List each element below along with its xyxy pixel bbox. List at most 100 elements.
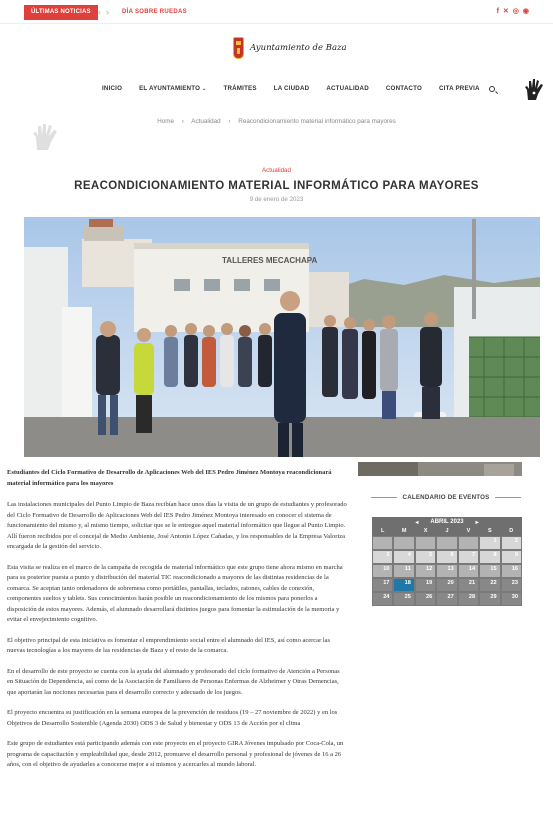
nav-item-el-ayuntamiento[interactable]: EL AYUNTAMIENTO ⌄ xyxy=(139,85,206,92)
calendar-empty-cell xyxy=(414,536,437,550)
facebook-icon[interactable]: f xyxy=(497,8,499,16)
social-links: f ✕ ◎ ◉ xyxy=(497,8,529,16)
calendar-heading: CALENDARIO DE EVENTOS xyxy=(371,494,522,501)
ticker-controls: ‹ › xyxy=(98,6,114,18)
breadcrumb-current: Reacondicionamiento material informático… xyxy=(238,118,396,125)
calendar-day[interactable]: 15 xyxy=(479,564,501,578)
calendar-month-label: ABRIL 2023 xyxy=(430,519,464,525)
breadcrumb-home[interactable]: Home xyxy=(157,118,174,125)
calendar-day[interactable]: 20 xyxy=(436,578,458,592)
calendar-title: CALENDARIO DE EVENTOS xyxy=(402,494,490,501)
calendar-day[interactable]: 9 xyxy=(500,550,522,564)
calendar-weekday: D xyxy=(509,528,514,534)
ticker-headline-link[interactable]: DÍA SOBRE RUEDAS xyxy=(122,9,187,15)
article-paragraph: Las instalaciones municipales del Punto … xyxy=(7,501,347,550)
watermark-icon xyxy=(33,124,57,150)
calendar-day[interactable]: 25 xyxy=(393,592,415,606)
calendar-day[interactable]: 30 xyxy=(500,592,522,606)
article-paragraph: Este grupo de estudiantes está participa… xyxy=(7,740,344,768)
calendar-weekday: S xyxy=(488,528,492,534)
calendar-day[interactable]: 7 xyxy=(457,550,480,564)
logo-text: Ayuntamiento de Baza xyxy=(250,43,347,53)
article-body: Estudiantes del Ciclo Formativo de Desar… xyxy=(7,468,347,781)
nav-item-inicio[interactable]: INICIO xyxy=(102,85,122,92)
calendar-day[interactable]: 21 xyxy=(457,578,480,592)
calendar-days: 1 2 3 4 5 6 7 8 9 10 11 12 13 14 15 16 17 18 19 20 21 22 23 24 2… xyxy=(372,536,522,606)
sidebar-image[interactable] xyxy=(358,462,522,476)
calendar-day[interactable]: 12 xyxy=(414,564,437,578)
calendar-day[interactable]: 6 xyxy=(436,550,458,564)
article-lead: Estudiantes del Ciclo Formativo de Desar… xyxy=(7,469,332,487)
ticker-prev-button[interactable]: ‹ xyxy=(98,7,101,17)
top-bar: ÚLTIMAS NOTICIAS ‹ › DÍA SOBRE RUEDAS f ✕… xyxy=(0,0,553,24)
instagram-icon[interactable]: ◎ xyxy=(513,8,519,16)
article-paragraph: En el desarrollo de este proyecto se cue… xyxy=(7,667,340,696)
twitter-icon[interactable]: ✕ xyxy=(503,8,509,16)
calendar-day[interactable]: 29 xyxy=(479,592,501,606)
nav-item-tramites[interactable]: TRÁMITES xyxy=(223,85,256,92)
calendar-weekday: M xyxy=(401,528,407,534)
nav-item-label: EL AYUNTAMIENTO xyxy=(139,85,201,92)
calendar-day[interactable]: 10 xyxy=(372,564,394,578)
breadcrumb: Home › Actualidad › Reacondicionamiento … xyxy=(0,118,553,125)
calendar-day[interactable]: 14 xyxy=(457,564,480,578)
calendar-empty-cell xyxy=(393,536,415,550)
calendar-day[interactable]: 23 xyxy=(500,578,522,592)
calendar-day[interactable]: 19 xyxy=(414,578,437,592)
calendar-weekday: L xyxy=(381,528,385,534)
divider xyxy=(371,497,397,498)
calendar-day[interactable]: 28 xyxy=(457,592,480,606)
nav-item-cita-previa[interactable]: CITA PREVIA xyxy=(439,85,480,92)
calendar-nav: ◂ ABRIL 2023 ▸ xyxy=(372,517,522,527)
calendar-day[interactable]: 1 xyxy=(479,536,501,550)
calendar-day[interactable]: 26 xyxy=(414,592,437,606)
nav-item-la-ciudad[interactable]: LA CIUDAD xyxy=(274,85,310,92)
article-paragraph: El objetivo principal de esta iniciativa… xyxy=(7,636,331,655)
calendar-weekdays: LMXJVSD xyxy=(372,527,522,536)
calendar-day[interactable]: 27 xyxy=(436,592,458,606)
calendar-day[interactable]: 2 xyxy=(500,536,522,550)
calendar-next-button[interactable]: ▸ xyxy=(476,519,479,526)
calendar-day[interactable]: 18 xyxy=(393,578,415,592)
article-date: 9 de enero de 2023 xyxy=(249,196,304,203)
calendar-weekday: J xyxy=(445,528,449,534)
calendar-day[interactable]: 13 xyxy=(436,564,458,578)
calendar-empty-cell xyxy=(436,536,458,550)
hand-icon[interactable] xyxy=(524,78,544,102)
calendar-empty-cell xyxy=(457,536,480,550)
events-calendar: ◂ ABRIL 2023 ▸ LMXJVSD 1 2 3 4 5 6 7 8 9 10 11 12 13… xyxy=(372,517,522,606)
article-paragraph: Esta visita se realiza en el marco de la… xyxy=(7,563,343,624)
article-paragraph: El proyecto encuentra su justificación e… xyxy=(7,709,338,727)
photo-sign-text: TALLERES MECACHAPA xyxy=(222,256,317,265)
latest-news-label: ÚLTIMAS NOTICIAS xyxy=(24,5,98,20)
calendar-day[interactable]: 3 xyxy=(372,550,394,564)
breadcrumb-separator: › xyxy=(181,118,184,125)
nav-item-actualidad[interactable]: ACTUALIDAD xyxy=(326,85,369,92)
calendar-day[interactable]: 24 xyxy=(372,592,394,606)
calendar-prev-button[interactable]: ◂ xyxy=(415,519,418,526)
calendar-day[interactable]: 16 xyxy=(500,564,522,578)
calendar-weekday: V xyxy=(466,528,471,534)
coat-of-arms-icon xyxy=(233,37,244,59)
calendar-empty-cell xyxy=(372,536,394,550)
calendar-day[interactable]: 5 xyxy=(414,550,437,564)
chevron-down-icon: ⌄ xyxy=(202,86,207,92)
main-navigation: INICIO EL AYUNTAMIENTO ⌄ TRÁMITES LA CIUD… xyxy=(102,85,495,92)
article-title: REACONDICIONAMIENTO MATERIAL INFORMÁTICO… xyxy=(74,180,479,192)
search-icon[interactable] xyxy=(488,85,495,92)
nav-item-contacto[interactable]: CONTACTO xyxy=(386,85,422,92)
breadcrumb-separator: › xyxy=(228,118,231,125)
calendar-day[interactable]: 22 xyxy=(479,578,501,592)
calendar-day[interactable]: 8 xyxy=(479,550,501,564)
calendar-weekday: X xyxy=(423,528,428,534)
calendar-day[interactable]: 17 xyxy=(372,578,394,592)
divider xyxy=(495,497,522,498)
ticker-next-button[interactable]: › xyxy=(106,7,109,17)
site-logo[interactable]: Ayuntamiento de Baza xyxy=(233,37,347,59)
youtube-icon[interactable]: ◉ xyxy=(523,8,529,16)
article-photo: TALLERES MECACHAPA xyxy=(24,217,540,457)
breadcrumb-section[interactable]: Actualidad xyxy=(191,118,220,125)
calendar-day[interactable]: 11 xyxy=(393,564,415,578)
article-category-link[interactable]: Actualidad xyxy=(0,167,553,174)
calendar-day[interactable]: 4 xyxy=(393,550,415,564)
